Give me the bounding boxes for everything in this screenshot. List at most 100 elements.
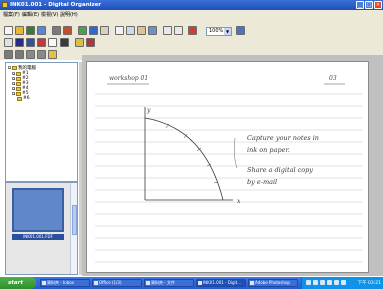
rotate-icon[interactable] <box>26 50 35 59</box>
note-page[interactable]: workshop 01 03 y x Capture your notes in… <box>86 61 369 273</box>
folder-tree: - 我的電腦 + #1 + #2 + #3 + #4 + #5 #6 <box>5 62 78 182</box>
taskbar-item-active[interactable]: INK01.001 - Digit... <box>196 279 246 287</box>
maximize-button[interactable]: □ <box>365 1 373 9</box>
computer-icon <box>12 65 17 70</box>
print-icon[interactable] <box>100 26 109 35</box>
taskbar-item[interactable]: Office (1/3) <box>92 279 142 287</box>
folder-icon <box>17 96 22 101</box>
pen-driver-icon[interactable] <box>327 280 332 285</box>
language-icon[interactable] <box>334 280 339 285</box>
tree-item-label: #6 <box>23 96 30 101</box>
ruled-lines <box>95 93 363 263</box>
folder-icon <box>16 86 21 91</box>
delete-page-icon[interactable] <box>52 26 61 35</box>
pen-toolbar <box>0 37 383 48</box>
messenger-icon[interactable] <box>341 280 346 285</box>
menu-help[interactable]: 說明(H) <box>60 11 78 18</box>
save-icon[interactable] <box>26 26 35 35</box>
taskbar-item[interactable]: Adobe Photoshop <box>248 279 298 287</box>
menu-file[interactable]: 檔案(F) <box>3 11 20 18</box>
thumbnail-scrollbar[interactable] <box>70 183 77 274</box>
zoom-select[interactable]: 100% ▼ <box>206 27 232 36</box>
copy-icon[interactable] <box>126 26 135 35</box>
taskbar-item-label: Adobe Photoshop <box>255 280 290 285</box>
tray-clock[interactable]: 下午 03:21 <box>358 280 381 286</box>
tree-root-label: 我的電腦 <box>18 65 36 71</box>
tree-root[interactable]: - 我的電腦 <box>8 65 36 71</box>
annotation-share-line-1: Share a digital copy <box>247 166 313 174</box>
expand-icon[interactable]: + <box>12 72 16 76</box>
note-header-right: 03 <box>329 75 337 82</box>
grid-view-icon[interactable] <box>4 50 13 59</box>
app-icon <box>2 2 8 8</box>
photoshop-icon <box>250 281 254 285</box>
folder-icon <box>146 281 150 285</box>
start-button[interactable]: start <box>0 277 36 289</box>
folder-icon <box>16 76 21 81</box>
select-tool-icon[interactable] <box>4 38 13 47</box>
page-thumbnail[interactable] <box>12 188 64 232</box>
annotation-capture-line-2: ink on paper. <box>247 146 290 154</box>
collapse-icon[interactable]: - <box>8 66 11 70</box>
menu-view[interactable]: 檢視(V) <box>41 11 58 18</box>
antivirus-icon[interactable] <box>320 280 325 285</box>
taskbar-item-label: Office (1/3) <box>99 280 122 285</box>
thumbnail-label: INK01.001.FDF <box>12 234 64 240</box>
text-tool-icon[interactable] <box>75 38 84 47</box>
page-view: workshop 01 03 y x Capture your notes in… <box>82 55 383 276</box>
axis-x-label: x <box>237 198 241 205</box>
tree-item[interactable]: #6 <box>17 96 30 101</box>
network-icon[interactable] <box>306 280 311 285</box>
taskbar-item[interactable]: 資料夾 - 文件 <box>144 279 194 287</box>
folder-icon <box>42 281 46 285</box>
taskbar: start 資料夾 - Inbox Office (1/3) 資料夾 - 文件 … <box>0 277 383 289</box>
new-page-icon[interactable] <box>4 26 13 35</box>
expand-icon[interactable]: + <box>12 87 16 91</box>
volume-icon[interactable] <box>313 280 318 285</box>
main-toolbar <box>0 18 383 37</box>
close-button[interactable]: × <box>374 1 382 9</box>
insert-image-icon[interactable] <box>78 26 87 35</box>
export-icon[interactable] <box>63 26 72 35</box>
paste-icon[interactable] <box>137 26 146 35</box>
zoom-out-icon[interactable] <box>163 26 172 35</box>
annotation-share-line-2: by e-mail <box>247 178 277 186</box>
folder-icon <box>16 81 21 86</box>
line-width-icon[interactable] <box>60 38 69 47</box>
chevron-down-icon: ▼ <box>224 28 231 35</box>
pen-icon[interactable] <box>15 38 24 47</box>
properties-icon[interactable] <box>236 26 245 35</box>
menu-edit[interactable]: 編輯(E) <box>22 11 39 18</box>
expand-icon[interactable]: + <box>12 92 16 96</box>
color-picker-icon[interactable] <box>37 38 46 47</box>
bookmark-icon[interactable] <box>48 50 57 59</box>
organizer-icon <box>198 281 202 285</box>
flip-icon[interactable] <box>37 50 46 59</box>
zoom-in-icon[interactable] <box>174 26 183 35</box>
note-header-left: workshop 01 <box>109 75 148 82</box>
cut-icon[interactable] <box>115 26 124 35</box>
folder-icon <box>16 91 21 96</box>
highlighter-icon[interactable] <box>26 38 35 47</box>
send-mail-icon[interactable] <box>148 26 157 35</box>
eraser-icon[interactable] <box>48 38 57 47</box>
scrollbar-thumb[interactable] <box>72 205 77 235</box>
import-icon[interactable] <box>37 26 46 35</box>
list-view-icon[interactable] <box>15 50 24 59</box>
taskbar-item[interactable]: 資料夾 - Inbox <box>40 279 90 287</box>
page-settings-icon[interactable] <box>89 26 98 35</box>
taskbar-item-label: 資料夾 - Inbox <box>47 280 74 285</box>
menu-bar: 檔案(F) 編輯(E) 檢視(V) 說明(H) <box>0 10 383 18</box>
fit-page-icon[interactable] <box>188 26 197 35</box>
office-icon <box>94 281 98 285</box>
annotation-capture-line-1: Capture your notes in <box>247 134 319 142</box>
taskbar-item-label: INK01.001 - Digit... <box>203 280 242 285</box>
marker-icon[interactable] <box>86 38 95 47</box>
axis-y-label: y <box>146 107 151 114</box>
minimize-button[interactable]: _ <box>356 1 364 9</box>
system-tray: 下午 03:21 <box>301 277 383 289</box>
open-folder-icon[interactable] <box>15 26 24 35</box>
expand-icon[interactable]: + <box>12 82 16 86</box>
zoom-value: 100% <box>209 28 224 34</box>
expand-icon[interactable]: + <box>12 77 16 81</box>
